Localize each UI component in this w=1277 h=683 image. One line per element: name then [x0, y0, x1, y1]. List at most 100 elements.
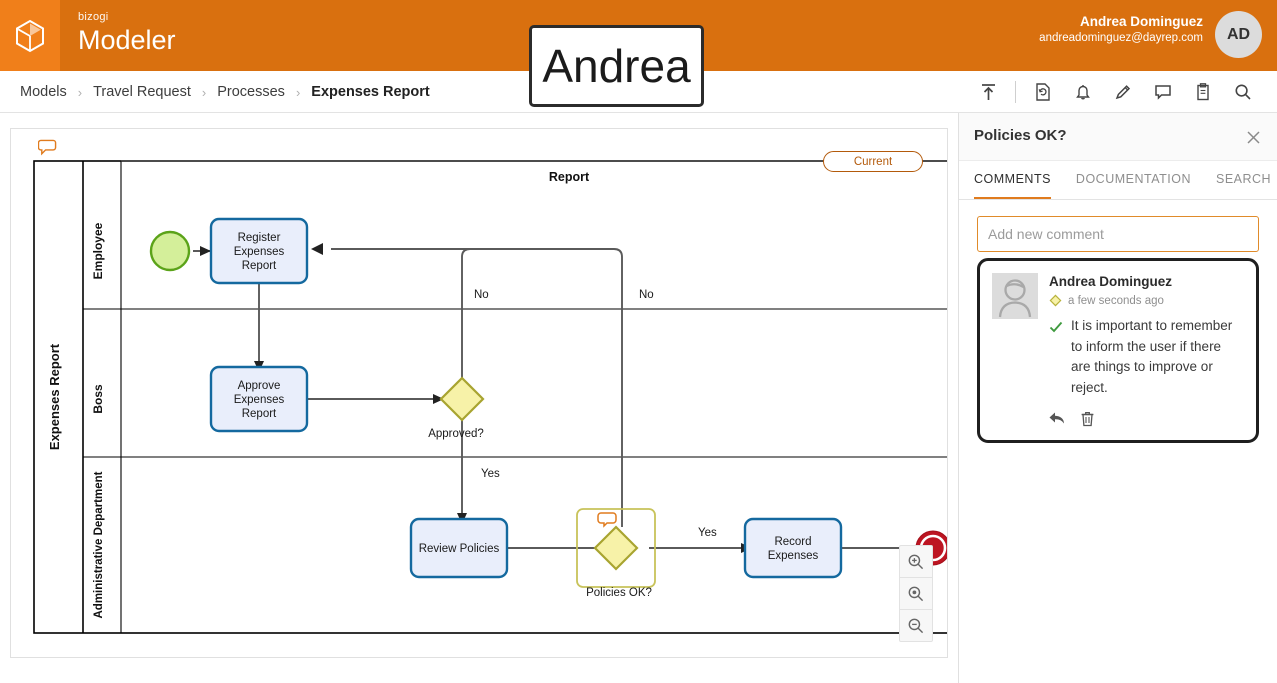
- comment-timestamp: a few seconds ago: [1068, 294, 1164, 307]
- comments-button[interactable]: [1143, 71, 1183, 113]
- brand-title: Modeler: [78, 25, 176, 55]
- publish-icon: [981, 84, 995, 100]
- app-logo[interactable]: [0, 0, 60, 71]
- gateway-approved[interactable]: [439, 376, 485, 422]
- breadcrumb-item-travel-request[interactable]: Travel Request: [93, 84, 191, 100]
- panel-title: Policies OK?: [974, 127, 1067, 144]
- panel-body: Andrea Dominguez a few seconds ago It is…: [959, 200, 1277, 443]
- app-root: bizogi Modeler Andrea Dominguez andreado…: [0, 0, 1277, 683]
- task-label-review-policies: Review Policies: [419, 543, 500, 555]
- gateway-label-policies-ok: Policies OK?: [586, 587, 652, 599]
- typed-text-overlay: Andrea: [529, 25, 704, 107]
- brand-small-label: bizogi: [78, 11, 109, 23]
- breadcrumb: Models › Travel Request › Processes › Ex…: [20, 71, 430, 113]
- user-name: Andrea Dominguez: [1079, 14, 1203, 29]
- toolbar-divider: [1015, 81, 1016, 103]
- comment-actions: [1048, 410, 1244, 432]
- pencil-icon: [1115, 85, 1131, 100]
- breadcrumb-separator: ›: [201, 84, 207, 100]
- comment-icon: [1155, 85, 1171, 100]
- user-avatar-icon: [992, 273, 1038, 319]
- gateway-policies-ok[interactable]: [593, 525, 639, 571]
- bell-icon: [1076, 85, 1090, 100]
- task-label-register: Register: [238, 232, 281, 244]
- task-record-expenses[interactable]: [743, 517, 843, 579]
- delete-icon: [1081, 411, 1094, 427]
- comment-author: Andrea Dominguez: [1049, 274, 1173, 289]
- comment-text-row: It is important to remember to inform th…: [1049, 316, 1244, 398]
- check-icon: [1049, 321, 1063, 333]
- document-version-icon: [1036, 83, 1050, 101]
- diagram-surface: Expenses Report Employee Boss Administra…: [11, 129, 947, 657]
- gateway-comment-marker-icon[interactable]: [597, 512, 617, 528]
- lane-label-employee: Employee: [91, 222, 105, 279]
- lane-label-boss: Boss: [91, 384, 105, 414]
- task-label-register: Expenses: [234, 246, 285, 258]
- flow-label-no-2: No: [639, 289, 654, 301]
- zoom-controls: [899, 545, 933, 642]
- cube-hexagon-logo-icon: [16, 19, 44, 52]
- user-email: andreadominguez@dayrep.com: [1039, 32, 1203, 44]
- zoom-out-icon: [908, 618, 924, 633]
- comment-body: Andrea Dominguez a few seconds ago It is…: [1049, 273, 1244, 432]
- brand: bizogi Modeler: [78, 11, 176, 56]
- comment-text: It is important to remember to inform th…: [1071, 318, 1233, 395]
- diamond-icon: [1049, 294, 1062, 307]
- reply-icon: [1049, 412, 1064, 424]
- search-icon: [1235, 84, 1251, 100]
- zoom-fit-icon: [908, 586, 924, 601]
- user-info[interactable]: Andrea Dominguez andreadominguez@dayrep.…: [1039, 13, 1203, 46]
- canvas-comment-marker[interactable]: [37, 139, 57, 161]
- panel-close-button[interactable]: [1241, 125, 1265, 149]
- task-label-record: Record: [774, 536, 811, 548]
- bpmn-diagram: Expenses Report Employee Boss Administra…: [33, 160, 947, 634]
- properties-panel: Policies OK? COMMENTS DOCUMENTATION SEAR…: [958, 113, 1277, 683]
- tab-search[interactable]: SEARCH: [1216, 161, 1271, 199]
- clipboard-icon: [1197, 83, 1209, 101]
- publish-button[interactable]: [968, 71, 1008, 113]
- comment-bubble-icon: [37, 139, 57, 156]
- comment-avatar: [992, 273, 1038, 319]
- edit-button[interactable]: [1103, 71, 1143, 113]
- close-icon: [1246, 130, 1260, 144]
- add-comment-input[interactable]: [977, 216, 1259, 252]
- task-label-approve: Report: [242, 408, 277, 420]
- flow-label-yes-1: Yes: [481, 468, 500, 480]
- flow-label-no-1: No: [474, 289, 489, 301]
- pool-label: Expenses Report: [47, 343, 62, 450]
- breadcrumb-separator: ›: [295, 84, 301, 100]
- delete-button[interactable]: [1080, 410, 1095, 432]
- comment-card[interactable]: Andrea Dominguez a few seconds ago It is…: [977, 258, 1259, 443]
- panel-header: Policies OK?: [959, 113, 1277, 161]
- zoom-in-icon: [908, 554, 924, 569]
- reply-button[interactable]: [1048, 410, 1066, 432]
- breadcrumb-item-processes[interactable]: Processes: [217, 84, 285, 100]
- task-label-approve: Expenses: [234, 394, 285, 406]
- tab-comments[interactable]: COMMENTS: [974, 161, 1051, 199]
- group-label: Report: [549, 170, 590, 184]
- current-version-badge[interactable]: Current: [823, 151, 923, 172]
- zoom-out-button[interactable]: [900, 610, 932, 641]
- comment-meta: a few seconds ago: [1049, 294, 1244, 307]
- gateway-label-approved: Approved?: [428, 428, 484, 440]
- breadcrumb-separator: ›: [77, 84, 83, 100]
- zoom-in-button[interactable]: [900, 546, 932, 578]
- panel-tabs: COMMENTS DOCUMENTATION SEARCH: [959, 161, 1277, 200]
- task-label-approve: Approve: [238, 380, 281, 392]
- flow-label-yes-2: Yes: [698, 527, 717, 539]
- task-label-register: Report: [242, 260, 277, 272]
- zoom-fit-button[interactable]: [900, 578, 932, 610]
- diagram-canvas[interactable]: Expenses Report Employee Boss Administra…: [10, 128, 948, 658]
- clipboard-button[interactable]: [1183, 71, 1223, 113]
- search-button[interactable]: [1223, 71, 1263, 113]
- notifications-button[interactable]: [1063, 71, 1103, 113]
- avatar[interactable]: AD: [1215, 11, 1262, 58]
- lane-label-administrative-department: Administrative Department: [93, 471, 105, 618]
- breadcrumb-item-models[interactable]: Models: [20, 84, 67, 100]
- breadcrumb-item-expenses-report[interactable]: Expenses Report: [311, 84, 429, 100]
- task-label-record: Expenses: [768, 550, 819, 562]
- toolbar: [968, 71, 1263, 113]
- tab-documentation[interactable]: DOCUMENTATION: [1076, 161, 1191, 199]
- versions-button[interactable]: [1023, 71, 1063, 113]
- start-event[interactable]: [149, 230, 191, 272]
